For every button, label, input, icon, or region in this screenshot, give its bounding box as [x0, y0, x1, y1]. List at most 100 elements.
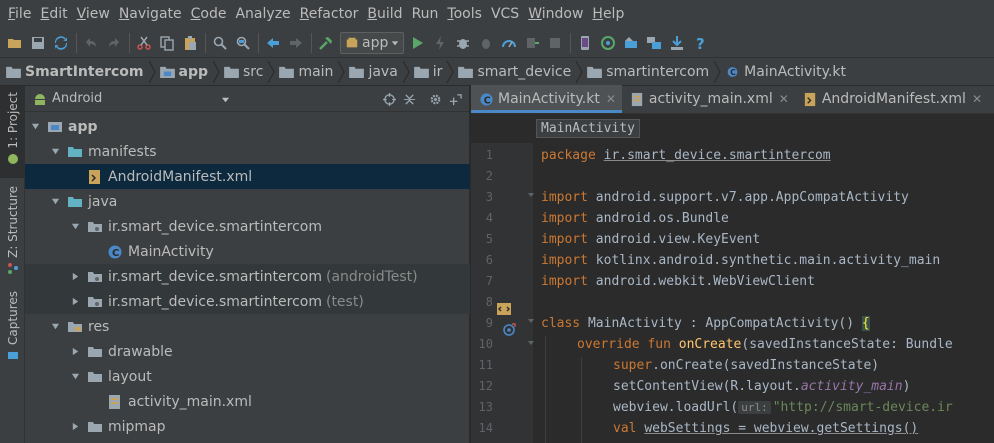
- project-view-mode[interactable]: Android: [52, 91, 102, 106]
- breadcrumb-item[interactable]: main: [279, 58, 333, 86]
- code-area[interactable]: package ir.smart_device.smartintercom im…: [541, 143, 994, 443]
- menu-item-help[interactable]: Help: [588, 0, 628, 28]
- tool-tab-captures[interactable]: Captures: [0, 291, 25, 371]
- project-structure-icon[interactable]: [643, 32, 665, 54]
- stop-icon[interactable]: [544, 32, 566, 54]
- menu-item-navigate[interactable]: Navigate: [115, 0, 186, 28]
- open-folder-icon[interactable]: [4, 32, 26, 54]
- expanded-arrow-icon[interactable]: [29, 121, 41, 133]
- menu-item-refactor[interactable]: Refactor: [296, 0, 363, 28]
- editor-breadcrumb-row: MainActivity: [471, 114, 994, 143]
- run-icon[interactable]: [406, 32, 428, 54]
- breadcrumb-item[interactable]: smartintercom: [587, 58, 709, 86]
- save-all-icon[interactable]: [27, 32, 49, 54]
- breadcrumb-item[interactable]: ir: [413, 58, 442, 86]
- gradle-sync-icon[interactable]: [620, 32, 642, 54]
- tool-tab-structure[interactable]: Z: Structure: [0, 186, 25, 276]
- expanded-arrow-icon[interactable]: [49, 196, 61, 208]
- collapse-all-icon[interactable]: [399, 90, 419, 108]
- tree-item[interactable]: AndroidManifest.xml: [25, 164, 470, 189]
- replace-icon[interactable]: [232, 32, 254, 54]
- collapsed-arrow-icon[interactable]: [69, 296, 81, 308]
- breadcrumb-item[interactable]: src: [224, 58, 263, 86]
- sync-icon[interactable]: [50, 32, 72, 54]
- collapsed-arrow-icon[interactable]: [69, 271, 81, 283]
- override-method-icon[interactable]: [502, 323, 516, 337]
- tab-mainactivity-kt[interactable]: C MainActivity.kt ✕: [471, 85, 622, 113]
- sdk-manager-icon[interactable]: [597, 32, 619, 54]
- tree-item[interactable]: drawable: [25, 339, 470, 364]
- paste-icon[interactable]: [179, 32, 201, 54]
- chevron-down-icon[interactable]: [221, 95, 230, 104]
- close-icon[interactable]: ✕: [779, 92, 789, 106]
- module-folder-icon: [47, 119, 63, 135]
- cut-icon[interactable]: [133, 32, 155, 54]
- menu-item-view[interactable]: View: [73, 0, 114, 28]
- tree-item[interactable]: activity_main.xml: [25, 389, 470, 414]
- menu-item-vcs[interactable]: VCS: [487, 0, 523, 28]
- menu-item-tools[interactable]: Tools: [443, 0, 486, 28]
- tree-item[interactable]: ir.smart_device.smartintercom: [25, 214, 470, 239]
- menu-item-window[interactable]: Window: [524, 0, 587, 28]
- collapsed-arrow-icon[interactable]: [69, 346, 81, 358]
- redo-icon[interactable]: [103, 32, 125, 54]
- debug-icon[interactable]: [452, 32, 474, 54]
- navigation-bar: SmartIntercom app src main java ir smart_devic…: [0, 58, 994, 86]
- attach-debugger-icon[interactable]: [475, 32, 497, 54]
- copy-icon[interactable]: [156, 32, 178, 54]
- folder-icon: [413, 66, 429, 78]
- make-project-icon[interactable]: [315, 32, 337, 54]
- undo-icon[interactable]: [80, 32, 102, 54]
- editor-breadcrumb[interactable]: MainActivity: [536, 119, 640, 138]
- menu-item-file[interactable]: File: [4, 0, 35, 28]
- breadcrumb-item[interactable]: app: [159, 58, 208, 86]
- menu-item-edit[interactable]: Edit: [36, 0, 71, 28]
- tool-tab-project[interactable]: 1: Project: [0, 86, 25, 178]
- tree-item[interactable]: manifests: [25, 139, 470, 164]
- menu-item-analyze[interactable]: Analyze: [231, 0, 294, 28]
- tree-item[interactable]: C MainActivity: [25, 239, 470, 264]
- breadcrumb-item[interactable]: smart_device: [458, 58, 571, 86]
- fold-marker-icon[interactable]: [527, 317, 535, 325]
- fold-marker-icon[interactable]: [527, 191, 535, 199]
- tree-item[interactable]: res: [25, 314, 470, 339]
- tab-androidmanifest-xml[interactable]: AndroidManifest.xml ✕: [795, 85, 988, 113]
- menu-item-run[interactable]: Run: [408, 0, 443, 28]
- forward-icon[interactable]: [285, 32, 307, 54]
- close-icon[interactable]: ✕: [606, 92, 616, 106]
- breadcrumb-item[interactable]: C MainActivity.kt: [725, 58, 846, 86]
- run-configuration-select[interactable]: app: [340, 31, 405, 54]
- settings-gear-icon[interactable]: [425, 90, 445, 108]
- sdk-download-icon[interactable]: [666, 32, 688, 54]
- hide-panel-icon[interactable]: [445, 90, 465, 108]
- profile-icon[interactable]: [498, 32, 520, 54]
- expanded-arrow-icon[interactable]: [69, 221, 81, 233]
- menu-item-code[interactable]: Code: [187, 0, 231, 28]
- line-number: 2: [485, 169, 493, 183]
- locate-file-icon[interactable]: [379, 90, 399, 108]
- tree-item[interactable]: ir.smart_device.smartintercom (test): [25, 289, 470, 314]
- attach-process-icon[interactable]: [521, 32, 543, 54]
- breadcrumb-item[interactable]: java: [349, 58, 398, 86]
- avd-manager-icon[interactable]: [574, 32, 596, 54]
- expanded-arrow-icon[interactable]: [49, 321, 61, 333]
- expanded-arrow-icon[interactable]: [69, 371, 81, 383]
- code-line-4: import android.os.Bundle: [541, 211, 729, 226]
- collapsed-arrow-icon[interactable]: [69, 421, 81, 433]
- help-icon[interactable]: ?: [689, 32, 711, 54]
- tree-item[interactable]: app: [25, 114, 470, 139]
- expanded-arrow-icon[interactable]: [49, 146, 61, 158]
- breadcrumb-item[interactable]: SmartIntercom: [6, 58, 144, 86]
- fold-marker-icon[interactable]: [527, 339, 535, 347]
- close-icon[interactable]: ✕: [972, 92, 982, 106]
- apply-changes-icon[interactable]: [429, 32, 451, 54]
- tree-item[interactable]: layout: [25, 364, 470, 389]
- tree-item[interactable]: mipmap: [25, 414, 470, 439]
- tab-activity-main-xml[interactable]: activity_main.xml ✕: [622, 85, 795, 113]
- tree-item[interactable]: java: [25, 189, 470, 214]
- back-icon[interactable]: [262, 32, 284, 54]
- menu-item-build[interactable]: Build: [363, 0, 406, 28]
- related-files-icon[interactable]: [496, 301, 512, 317]
- find-icon[interactable]: [209, 32, 231, 54]
- tree-item[interactable]: ir.smart_device.smartintercom (androidTes…: [25, 264, 470, 289]
